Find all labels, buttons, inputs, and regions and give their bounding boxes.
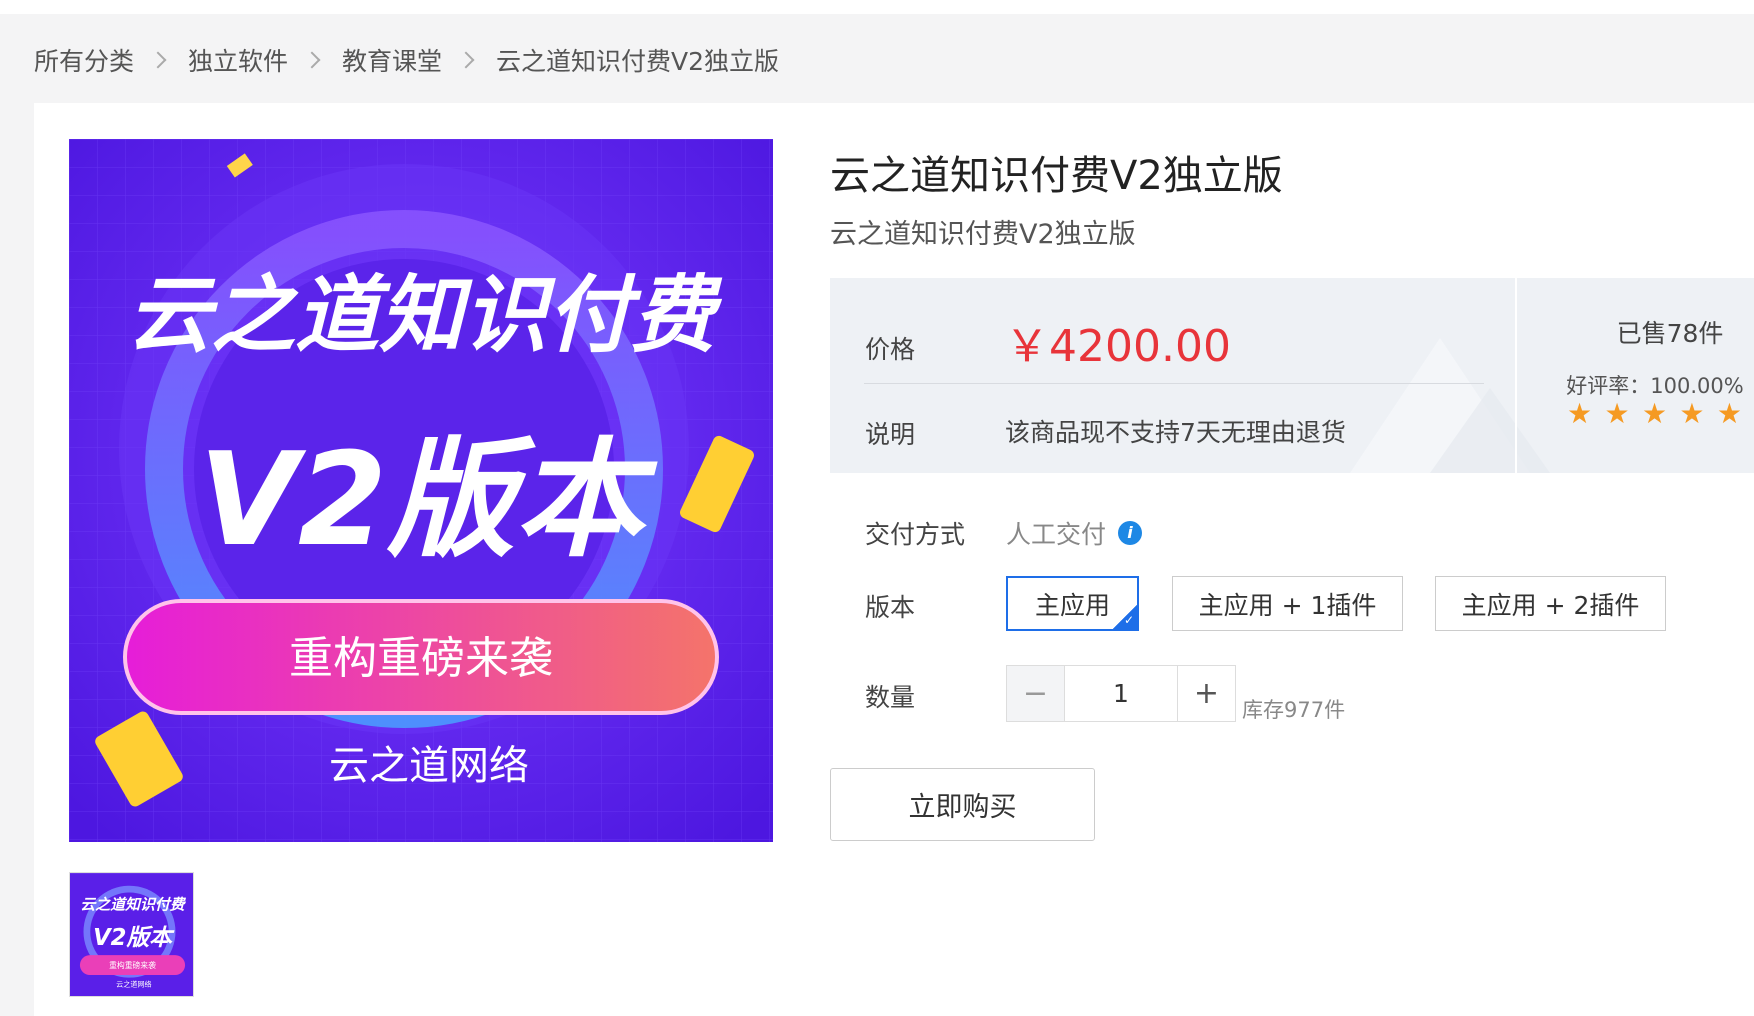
top-strip	[0, 0, 1754, 14]
product-thumbnail[interactable]: 云之道知识付费 V2版本 重构重磅来袭 云之道网络	[69, 872, 194, 997]
decrease-button[interactable]: −	[1007, 666, 1065, 721]
version-option-label: 主应用 + 1插件	[1198, 590, 1377, 620]
delivery-value: 人工交付	[1006, 520, 1107, 549]
checkmark-icon: ✓	[1123, 613, 1134, 627]
banner-footer: 云之道网络	[329, 743, 529, 789]
rating-rate: 好评率：100.00%	[1566, 374, 1744, 398]
price-divider	[864, 383, 1484, 384]
quantity-input[interactable]	[1065, 666, 1177, 721]
star-icon: ★	[1716, 397, 1742, 430]
chevron-right-icon	[457, 51, 475, 69]
delivery-method: 人工交付 i	[1006, 515, 1143, 551]
star-icon: ★	[1567, 397, 1593, 430]
price-label: 价格	[865, 335, 916, 364]
return-policy-note: 该商品现不支持7天无理由退货	[1005, 418, 1346, 447]
banner-line2: V2版本	[199, 426, 658, 575]
version-option-main[interactable]: 主应用 ✓	[1006, 576, 1139, 631]
buy-now-button[interactable]: 立即购买	[830, 768, 1095, 841]
version-option-label: 主应用 + 2插件	[1461, 590, 1640, 620]
star-icon: ★	[1604, 397, 1630, 430]
breadcrumb-education[interactable]: 教育课堂	[342, 42, 442, 78]
price-box: 价格 ￥4200.00 说明 该商品现不支持7天无理由退货 已售78件 好评率：…	[830, 278, 1754, 473]
rating-stars: ★ ★ ★ ★ ★	[1567, 400, 1742, 428]
price-vertical-divider	[1515, 278, 1517, 473]
price-value: ￥4200.00	[1005, 321, 1231, 372]
increase-button[interactable]: +	[1177, 666, 1235, 721]
banner-pill-text: 重构重磅来袭	[289, 633, 553, 684]
thumb-pill-text: 重构重磅来袭	[109, 960, 156, 970]
thumb-footer: 云之道网络	[116, 980, 151, 989]
note-label: 说明	[865, 420, 916, 449]
version-label: 版本	[865, 593, 916, 622]
breadcrumb-current: 云之道知识付费V2独立版	[496, 47, 780, 76]
product-title: 云之道知识付费V2独立版	[830, 153, 1283, 199]
chevron-right-icon	[303, 51, 321, 69]
breadcrumb-all-categories[interactable]: 所有分类	[34, 42, 134, 78]
breadcrumb-standalone-software[interactable]: 独立软件	[188, 42, 288, 78]
product-main-image: 云之道知识付费 V2版本 重构重磅来袭 云之道网络	[69, 139, 773, 842]
banner-line1: 云之道知识付费	[127, 266, 723, 364]
thumb-line2: V2版本	[93, 925, 175, 951]
quantity-label: 数量	[865, 683, 916, 712]
sold-count: 已售78件	[1616, 319, 1724, 348]
star-icon: ★	[1679, 397, 1705, 430]
stock-count: 库存977件	[1242, 698, 1346, 722]
chevron-right-icon	[149, 51, 167, 69]
version-option-label: 主应用	[1034, 590, 1110, 620]
quantity-stepper: − +	[1006, 665, 1236, 722]
info-icon[interactable]: i	[1118, 521, 1143, 545]
product-subtitle: 云之道知识付费V2独立版	[830, 219, 1136, 250]
star-icon: ★	[1641, 397, 1668, 430]
thumb-line1: 云之道知识付费	[80, 895, 186, 913]
page: 所有分类 独立软件 教育课堂 云之道知识付费V2独立版 云之道知识付费 V2版本…	[0, 0, 1754, 1016]
version-option-2-plugins[interactable]: 主应用 + 2插件	[1435, 576, 1666, 631]
delivery-label: 交付方式	[865, 520, 966, 549]
breadcrumb: 所有分类 独立软件 教育课堂 云之道知识付费V2独立版	[34, 40, 779, 80]
version-option-1-plugin[interactable]: 主应用 + 1插件	[1172, 576, 1403, 631]
